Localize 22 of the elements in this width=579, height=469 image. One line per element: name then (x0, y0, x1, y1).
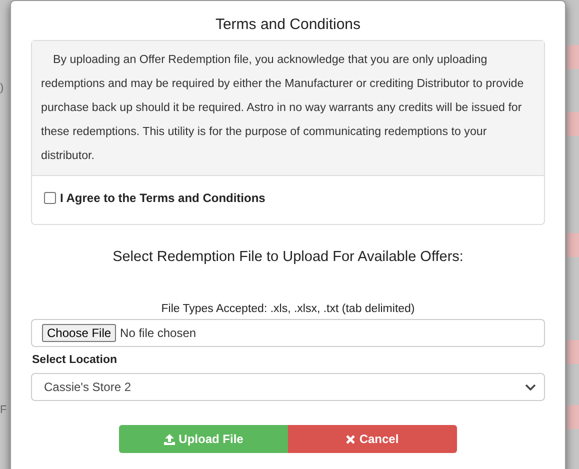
agree-checkbox[interactable] (44, 192, 56, 204)
chevron-down-icon (525, 384, 536, 390)
upload-icon (164, 434, 175, 444)
background-row (567, 45, 579, 69)
background-row (567, 405, 579, 429)
upload-heading: Select Redemption File to Upload For Available Offers: (112, 249, 464, 265)
background-row (567, 112, 579, 136)
terms-text: By uploading an Offer Redemption file, you acknowledge that you are only uploading redemptions and may be required by either the Manufacturer or crediting Distributor to provide purchase back up should it be required. Astro in no way warrants any credits will be issued for these redemptions. This utility is for the purpose of communicating redemptions to your distributor. (32, 41, 544, 176)
location-select[interactable]: Cassie's Store 2 (31, 373, 545, 401)
location-label: Select Location (32, 354, 118, 366)
file-status-text: No file chosen (120, 326, 196, 340)
file-types-text: File Types Accepted: .xls, .xlsx, .txt (tab delimited) (160, 303, 416, 315)
modal-title: Terms and Conditions (214, 16, 362, 33)
close-icon (346, 434, 356, 444)
background-row (567, 340, 579, 364)
cancel-button[interactable]: Cancel (288, 425, 457, 453)
choose-file-button[interactable]: Choose File (42, 324, 116, 342)
agree-label: I Agree to the Terms and Conditions (60, 191, 266, 205)
background-text: ) (0, 82, 4, 94)
background-text: F (0, 404, 7, 416)
background-row (567, 233, 579, 257)
file-input-field[interactable]: Choose File No file chosen (31, 319, 545, 347)
